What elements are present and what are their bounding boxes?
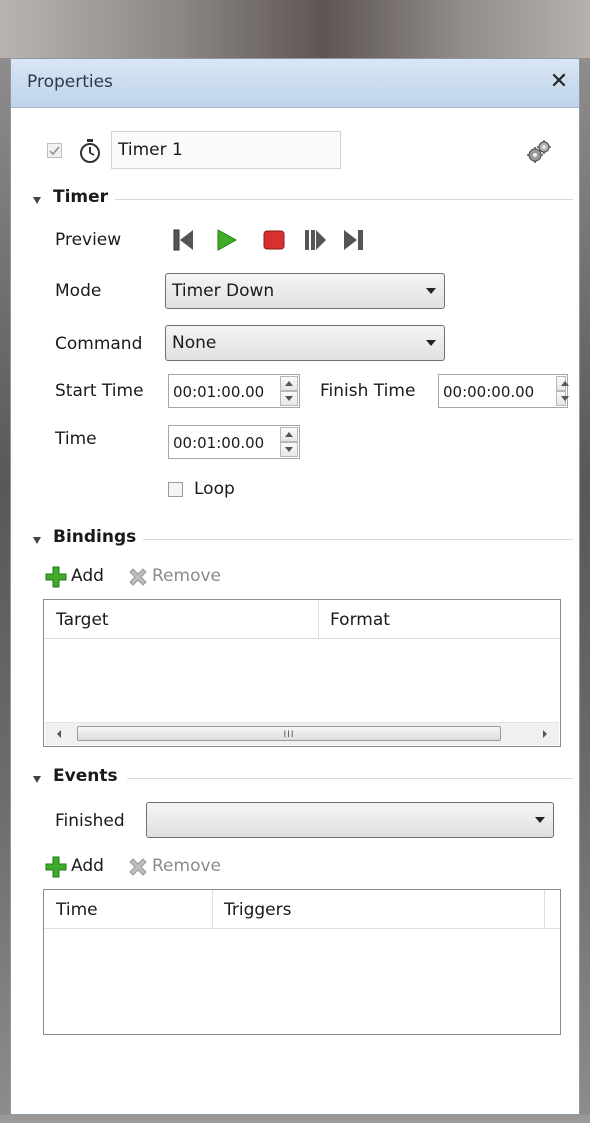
section-divider [143,539,573,540]
column-separator[interactable] [544,890,545,928]
chevron-down-icon [426,288,436,294]
preview-label: Preview [55,230,122,250]
spin-up-icon[interactable] [556,376,569,391]
time-spinner[interactable] [280,427,298,457]
step-forward-icon[interactable] [302,227,328,253]
collapse-triangle-icon[interactable] [33,776,41,783]
command-label: Command [55,334,143,354]
bindings-section-title: Bindings [53,527,137,547]
remove-x-icon [129,858,147,876]
mode-dropdown[interactable]: Timer Down [165,273,445,309]
column-separator[interactable] [212,890,213,928]
finished-label: Finished [55,811,125,831]
events-section-title: Events [53,766,118,786]
command-dropdown-value: None [172,333,217,353]
chevron-down-icon [535,817,545,823]
start-time-input[interactable]: 00:01:00.00 [168,374,300,408]
collapse-triangle-icon[interactable] [33,537,41,544]
collapse-triangle-icon[interactable] [33,197,41,204]
finished-event-dropdown[interactable] [146,802,554,838]
column-header-triggers[interactable]: Triggers [224,900,292,920]
section-divider [127,778,573,779]
bindings-add-button[interactable]: Add [71,566,104,586]
start-time-label: Start Time [55,381,144,401]
window-titlebar-blurred [0,0,590,58]
play-icon[interactable] [213,227,239,253]
properties-panel: Properties ✕ Timer 1 Timer Preview Mode … [10,58,580,1115]
loop-checkbox[interactable] [168,482,183,497]
column-header-target[interactable]: Target [56,610,109,630]
column-header-time[interactable]: Time [56,900,98,920]
column-separator[interactable] [318,600,319,638]
bindings-grid-header: Target Format [44,600,560,639]
time-label: Time [55,429,97,449]
panel-title: Properties [27,72,113,92]
events-remove-button[interactable]: Remove [152,856,221,876]
remove-x-icon [129,568,147,586]
horizontal-scrollbar[interactable]: III [45,722,559,745]
finish-time-input[interactable]: 00:00:00.00 [438,374,569,408]
close-button[interactable]: ✕ [545,68,573,96]
time-value: 00:01:00.00 [173,434,265,452]
events-grid[interactable]: Time Triggers [43,889,561,1035]
object-name-field[interactable]: Timer 1 [111,131,341,169]
scroll-grip: III [283,730,295,740]
window-left-edge [0,58,10,1123]
spin-up-icon[interactable] [280,427,298,442]
events-add-button[interactable]: Add [71,856,104,876]
spin-down-icon[interactable] [556,391,569,406]
add-plus-icon[interactable] [45,856,67,878]
bindings-grid[interactable]: Target Format III [43,599,561,747]
stop-icon[interactable] [261,227,287,253]
bindings-remove-button[interactable]: Remove [152,566,221,586]
finish-time-spinner[interactable] [556,376,569,406]
chevron-down-icon [426,340,436,346]
spin-down-icon[interactable] [280,391,298,406]
scroll-left-icon[interactable] [57,730,61,738]
settings-gears-icon[interactable] [525,139,553,165]
loop-label: Loop [194,479,235,499]
mode-label: Mode [55,281,102,301]
timer-section-title: Timer [53,187,109,207]
checkmark-icon [49,146,60,156]
section-divider [115,199,573,200]
start-time-spinner[interactable] [280,376,298,406]
enabled-checkbox[interactable] [47,143,62,158]
window-right-edge [580,58,590,1123]
events-grid-header: Time Triggers [44,890,560,929]
panel-header: Properties ✕ [11,59,579,108]
stopwatch-icon [80,139,100,163]
skip-to-start-icon[interactable] [171,227,197,253]
time-input[interactable]: 00:01:00.00 [168,425,300,459]
column-header-format[interactable]: Format [330,610,390,630]
spin-down-icon[interactable] [280,442,298,457]
start-time-value: 00:01:00.00 [173,383,265,401]
object-name-text: Timer 1 [118,140,183,160]
skip-to-end-icon[interactable] [341,227,367,253]
window-bottom-edge [0,1115,590,1123]
scroll-thumb[interactable]: III [77,726,501,741]
finish-time-value: 00:00:00.00 [443,383,535,401]
add-plus-icon[interactable] [45,566,67,588]
spin-up-icon[interactable] [280,376,298,391]
finish-time-label: Finish Time [320,381,416,401]
mode-dropdown-value: Timer Down [172,281,275,301]
command-dropdown[interactable]: None [165,325,445,361]
scroll-right-icon[interactable] [543,730,547,738]
